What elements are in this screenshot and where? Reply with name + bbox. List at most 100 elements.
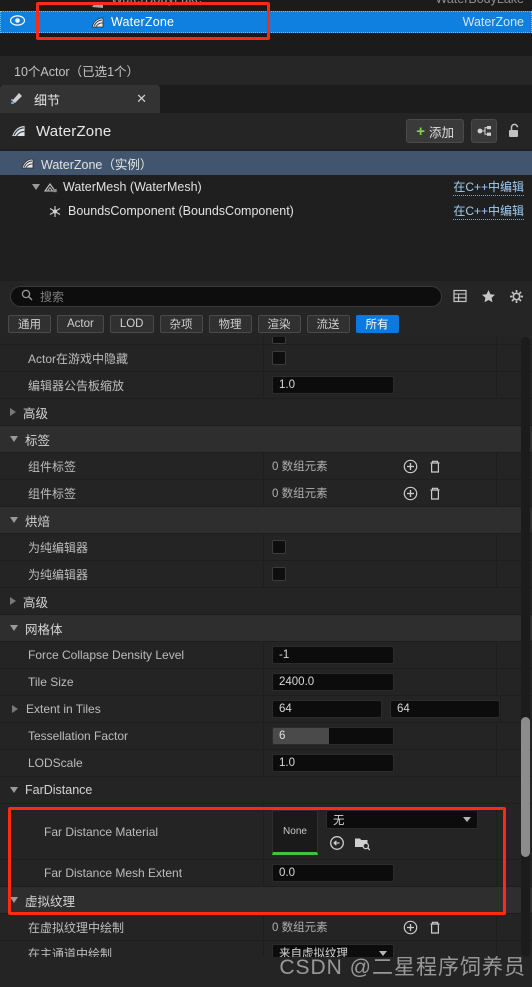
add-array-element-icon[interactable]: [402, 458, 419, 475]
tab-details[interactable]: 细节 ✕: [0, 85, 160, 113]
extent-in-tiles-y-input[interactable]: 64: [390, 700, 500, 718]
browse-to-asset-icon[interactable]: [354, 834, 371, 851]
array-count-label: 0 数组元素: [272, 922, 328, 934]
property-row-tile-size[interactable]: Tile Size 2400.0: [0, 669, 532, 696]
editor-only-checkbox[interactable]: [272, 540, 286, 554]
force-collapse-input[interactable]: -1: [272, 646, 394, 664]
component-tree-empty-area: [0, 223, 532, 281]
delete-array-icon[interactable]: [427, 485, 444, 502]
property-row-force-collapse-density-level[interactable]: Force Collapse Density Level -1: [0, 642, 532, 669]
component-row-boundscomponent[interactable]: BoundsComponent (BoundsComponent) 在C++中编…: [0, 199, 532, 223]
far-distance-material-dropdown[interactable]: 无: [326, 810, 478, 829]
filter-tab-lod[interactable]: LOD: [109, 315, 154, 333]
component-row-waterzone[interactable]: WaterZone（实例）: [0, 151, 532, 175]
property-label: 为纯编辑器: [0, 534, 264, 560]
bounds-icon: [46, 205, 64, 218]
property-label: Far Distance Mesh Extent: [0, 860, 264, 886]
use-selected-asset-icon[interactable]: [328, 834, 345, 851]
property-label: 在虚拟纹理中绘制: [0, 914, 264, 940]
delete-array-icon[interactable]: [427, 458, 444, 475]
chevron-down-icon: [10, 897, 18, 903]
details-pencil-icon: [10, 90, 26, 108]
outliner-row-waterbodylake[interactable]: WaterBodyLake WaterBodyLake: [0, 0, 532, 10]
property-row-editor-only-1[interactable]: 为纯编辑器: [0, 534, 532, 561]
property-row-editor-only-2[interactable]: 为纯编辑器: [0, 561, 532, 588]
property-row-extent-in-tiles[interactable]: Extent in Tiles 64 64: [0, 696, 532, 723]
outliner-item-type: WaterZone: [462, 15, 524, 29]
add-array-element-icon[interactable]: [402, 919, 419, 936]
delete-array-icon[interactable]: [427, 919, 444, 936]
hidden-in-game-checkbox[interactable]: [272, 351, 286, 365]
property-row-component-tags-2[interactable]: 组件标签 0 数组元素: [0, 480, 532, 507]
section-bake[interactable]: 烘焙: [0, 507, 532, 534]
tessellation-factor-slider[interactable]: 6: [272, 727, 394, 745]
edit-in-cpp-link[interactable]: 在C++中编辑: [453, 202, 524, 220]
property-row-actor-hidden-in-game[interactable]: Actor在游戏中隐藏: [0, 345, 532, 372]
outliner-row-waterzone[interactable]: WaterZone WaterZone: [0, 11, 532, 33]
chevron-down-icon[interactable]: [30, 184, 41, 190]
section-advanced-1[interactable]: 高级: [0, 399, 532, 426]
section-advanced-2[interactable]: 高级: [0, 588, 532, 615]
property-row-lodscale[interactable]: LODScale 1.0: [0, 750, 532, 777]
add-component-button[interactable]: + 添加: [406, 119, 464, 143]
waterzone-icon: [90, 15, 106, 29]
property-row-render-in-main-pass[interactable]: 在主通道中绘制 来自虚拟纹理: [0, 941, 532, 957]
filter-tab-actor[interactable]: Actor: [57, 315, 104, 333]
section-label: 高级: [23, 595, 49, 610]
section-label: 虚拟纹理: [25, 894, 76, 909]
render-in-main-pass-dropdown[interactable]: 来自虚拟纹理: [272, 943, 394, 957]
visibility-eye-icon[interactable]: [6, 15, 28, 29]
billboard-scale-input[interactable]: 1.0: [272, 376, 394, 394]
blueprint-graph-icon[interactable]: [471, 119, 497, 143]
property-row-far-distance-mesh-extent[interactable]: Far Distance Mesh Extent 0.0: [0, 860, 532, 887]
filter-tab-streaming[interactable]: 流送: [306, 315, 350, 333]
far-distance-material-thumbnail[interactable]: None: [272, 810, 318, 855]
tab-details-label: 细节: [34, 92, 61, 108]
unlock-icon[interactable]: [504, 119, 524, 143]
outliner-item-label: WaterBodyLake: [111, 0, 436, 6]
property-label: Extent in Tiles: [0, 696, 264, 722]
chevron-down-icon: [10, 517, 18, 523]
column-layout-icon[interactable]: [450, 289, 470, 303]
filter-tab-rendering[interactable]: 渲染: [257, 315, 301, 333]
property-scrollbar-thumb[interactable]: [521, 717, 530, 857]
array-count-label: 0 数组元素: [272, 461, 328, 473]
details-header: WaterZone + 添加: [0, 113, 532, 149]
dropdown-value: 无: [333, 814, 345, 827]
edit-in-cpp-link[interactable]: 在C++中编辑: [453, 178, 524, 196]
property-scrollbar-track[interactable]: [521, 337, 530, 957]
section-label: 烘焙: [25, 514, 51, 529]
favorites-star-icon[interactable]: [478, 289, 498, 303]
property-label: Tile Size: [0, 669, 264, 695]
property-row-tessellation-factor[interactable]: Tessellation Factor 6: [0, 723, 532, 750]
property-label: 组件标签: [0, 453, 264, 479]
checkbox[interactable]: [272, 337, 286, 344]
property-row-billboard-scale[interactable]: 编辑器公告板缩放 1.0: [0, 372, 532, 399]
section-mesh[interactable]: 网格体: [0, 615, 532, 642]
component-row-watermesh[interactable]: WaterMesh (WaterMesh) 在C++中编辑: [0, 175, 532, 199]
search-row: 搜索: [0, 281, 532, 311]
section-tags[interactable]: 标签: [0, 426, 532, 453]
tile-size-input[interactable]: 2400.0: [272, 673, 394, 691]
close-icon[interactable]: ✕: [133, 91, 150, 107]
filter-tab-physics[interactable]: 物理: [208, 315, 252, 333]
add-array-element-icon[interactable]: [402, 485, 419, 502]
settings-gear-icon[interactable]: [506, 289, 526, 304]
filter-tab-misc[interactable]: 杂项: [159, 315, 203, 333]
far-distance-mesh-extent-input[interactable]: 0.0: [272, 864, 394, 882]
filter-button-row: 通用 Actor LOD 杂项 物理 渲染 流送 所有: [0, 311, 532, 337]
property-row-far-distance-material[interactable]: Far Distance Material None 无: [0, 804, 532, 860]
property-row-partial-top: [0, 337, 532, 345]
chevron-right-icon[interactable]: [12, 705, 18, 713]
lodscale-input[interactable]: 1.0: [272, 754, 394, 772]
waterzone-icon: [19, 157, 37, 170]
property-row-component-tags-1[interactable]: 组件标签 0 数组元素: [0, 453, 532, 480]
section-fardistance[interactable]: FarDistance: [0, 777, 532, 804]
search-input[interactable]: 搜索: [10, 285, 442, 307]
editor-only-checkbox[interactable]: [272, 567, 286, 581]
section-virtual-texture[interactable]: 虚拟纹理: [0, 887, 532, 914]
filter-tab-all[interactable]: 所有: [355, 315, 399, 333]
extent-in-tiles-x-input[interactable]: 64: [272, 700, 382, 718]
property-row-render-in-virtual-textures[interactable]: 在虚拟纹理中绘制 0 数组元素: [0, 914, 532, 941]
filter-tab-general[interactable]: 通用: [8, 315, 51, 333]
